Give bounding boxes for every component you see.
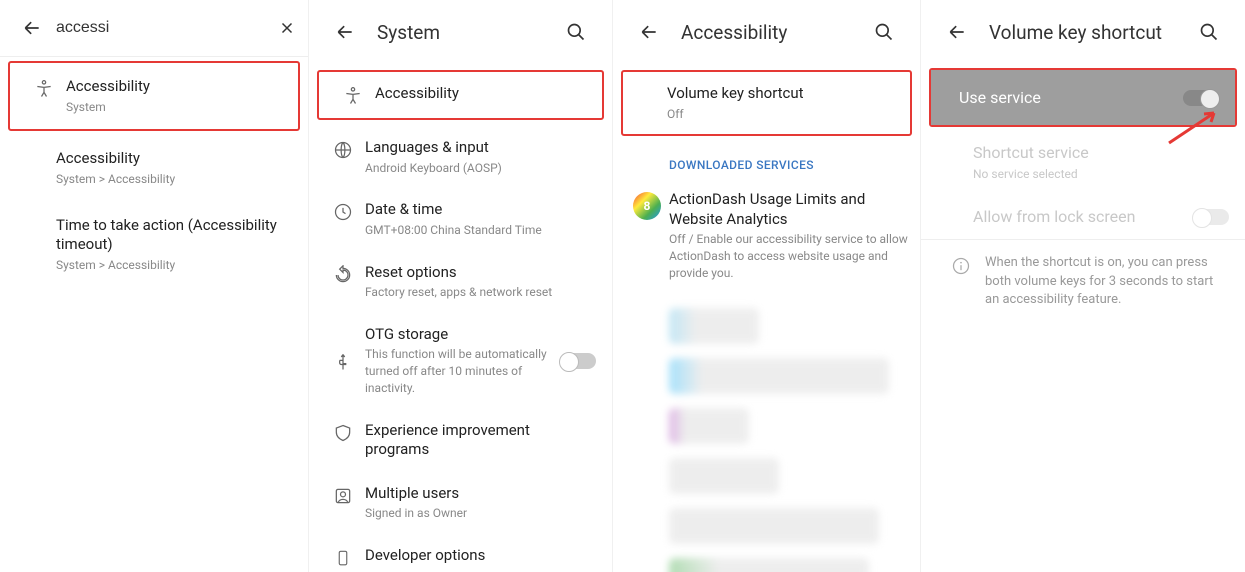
blurred-service-2 (669, 358, 889, 394)
search-result-1[interactable]: Accessibility System > Accessibility (0, 135, 308, 201)
back-icon[interactable] (325, 12, 365, 52)
system-item-datetime[interactable]: Date & time GMT+08:00 China Standard Time (309, 188, 612, 250)
item-title: ActionDash Usage Limits and Website Anal… (669, 190, 912, 229)
actiondash-row[interactable]: 8 ActionDash Usage Limits and Website An… (613, 178, 920, 293)
system-item-developer[interactable]: Developer options (309, 534, 612, 572)
system-item-languages[interactable]: Languages & input Android Keyboard (AOSP) (309, 126, 612, 188)
search-header (0, 0, 308, 56)
item-sub: Off / Enable our accessibility service t… (669, 231, 912, 281)
allow-lockscreen-row: Allow from lock screen (921, 195, 1245, 240)
volumekey-shortcut-row[interactable]: Volume key shortcut Off (623, 72, 910, 134)
blurred-service-4 (669, 458, 779, 494)
blurred-service-3 (669, 408, 749, 444)
system-item-accessibility[interactable]: Accessibility (319, 72, 602, 118)
page-title: System (365, 21, 556, 44)
item-title: OTG storage (365, 325, 560, 345)
system-item-users[interactable]: Multiple usersSigned in as Owner (309, 472, 612, 534)
item-title: Date & time (365, 200, 596, 220)
search-result-0[interactable]: Accessibility System (10, 63, 298, 129)
accessibility-icon (26, 77, 62, 99)
actiondash-icon: 8 (629, 190, 665, 220)
search-icon[interactable] (864, 12, 904, 52)
search-input[interactable] (52, 19, 267, 37)
system-item-reset[interactable]: Reset optionsFactory reset, apps & netwo… (309, 251, 612, 313)
otg-toggle[interactable] (560, 353, 596, 369)
accessibility-icon (335, 84, 371, 106)
search-icon[interactable] (1189, 12, 1229, 52)
clear-icon[interactable] (267, 8, 307, 48)
highlight-use-service: Use service (929, 68, 1237, 127)
system-panel: System Accessibility Languages & input An… (308, 0, 612, 572)
item-title: Allow from lock screen (973, 207, 1193, 228)
shield-icon (325, 421, 361, 443)
section-downloaded-services: DOWNLOADED SERVICES (613, 142, 920, 178)
reset-icon (325, 263, 361, 285)
item-title: Accessibility (375, 84, 586, 104)
search-result-2[interactable]: Time to take action (Accessibility timeo… (0, 202, 308, 288)
accessibility-panel: Accessibility Volume key shortcut Off DOW… (612, 0, 920, 572)
result-title: Accessibility (66, 77, 282, 97)
info-icon (945, 254, 977, 309)
clock-icon (325, 200, 361, 222)
user-icon (325, 484, 361, 506)
item-sub: GMT+08:00 China Standard Time (365, 222, 596, 239)
shortcut-service-row: Shortcut service No service selected (921, 131, 1245, 195)
highlight-volkey-row: Volume key shortcut Off (621, 70, 912, 136)
globe-icon (325, 138, 361, 160)
result-title: Time to take action (Accessibility timeo… (56, 216, 292, 255)
system-item-experience[interactable]: Experience improvement programs (309, 409, 612, 472)
item-title: Shortcut service (973, 143, 1229, 164)
back-icon[interactable] (937, 12, 977, 52)
blurred-service-6 (669, 558, 869, 572)
info-text: When the shortcut is on, you can press b… (977, 254, 1229, 309)
use-service-row[interactable]: Use service (931, 70, 1235, 125)
page-title: Volume key shortcut (977, 21, 1189, 44)
item-title: Volume key shortcut (667, 84, 894, 104)
volkey-header: Volume key shortcut (921, 0, 1245, 64)
volumekey-panel: Volume key shortcut Use service Shortcut… (920, 0, 1245, 572)
item-sub: Android Keyboard (AOSP) (365, 160, 596, 177)
search-icon[interactable] (556, 12, 596, 52)
blurred-service-1 (669, 308, 759, 344)
allow-lockscreen-toggle (1193, 209, 1229, 225)
blurred-service-5 (669, 508, 879, 544)
usb-icon (325, 350, 361, 372)
item-sub: Off (667, 106, 894, 123)
result-title: Accessibility (56, 149, 292, 169)
item-sub: No service selected (973, 166, 1229, 183)
system-item-otg[interactable]: OTG storageThis function will be automat… (309, 313, 612, 409)
use-service-toggle[interactable] (1183, 90, 1219, 106)
phone-icon (325, 546, 361, 568)
search-panel: Accessibility System Accessibility Syste… (0, 0, 308, 572)
item-title: Multiple users (365, 484, 596, 504)
item-sub: Signed in as Owner (365, 505, 596, 522)
result-sub: System > Accessibility (56, 257, 292, 274)
info-row: When the shortcut is on, you can press b… (921, 240, 1245, 323)
page-title: Accessibility (669, 21, 864, 44)
use-service-label: Use service (959, 88, 1041, 107)
back-icon[interactable] (12, 8, 52, 48)
back-icon[interactable] (629, 12, 669, 52)
highlight-accessibility-row: Accessibility (317, 70, 604, 120)
accessibility-header: Accessibility (613, 0, 920, 64)
item-sub: Factory reset, apps & network reset (365, 284, 596, 301)
result-sub: System (66, 99, 282, 116)
item-title: Developer options (365, 546, 596, 566)
item-title: Languages & input (365, 138, 596, 158)
item-title: Reset options (365, 263, 596, 283)
result-sub: System > Accessibility (56, 171, 292, 188)
system-header: System (309, 0, 612, 64)
item-title: Experience improvement programs (365, 421, 596, 460)
item-sub: This function will be automatically turn… (365, 346, 560, 396)
highlight-accessibility-result: Accessibility System (8, 61, 300, 131)
